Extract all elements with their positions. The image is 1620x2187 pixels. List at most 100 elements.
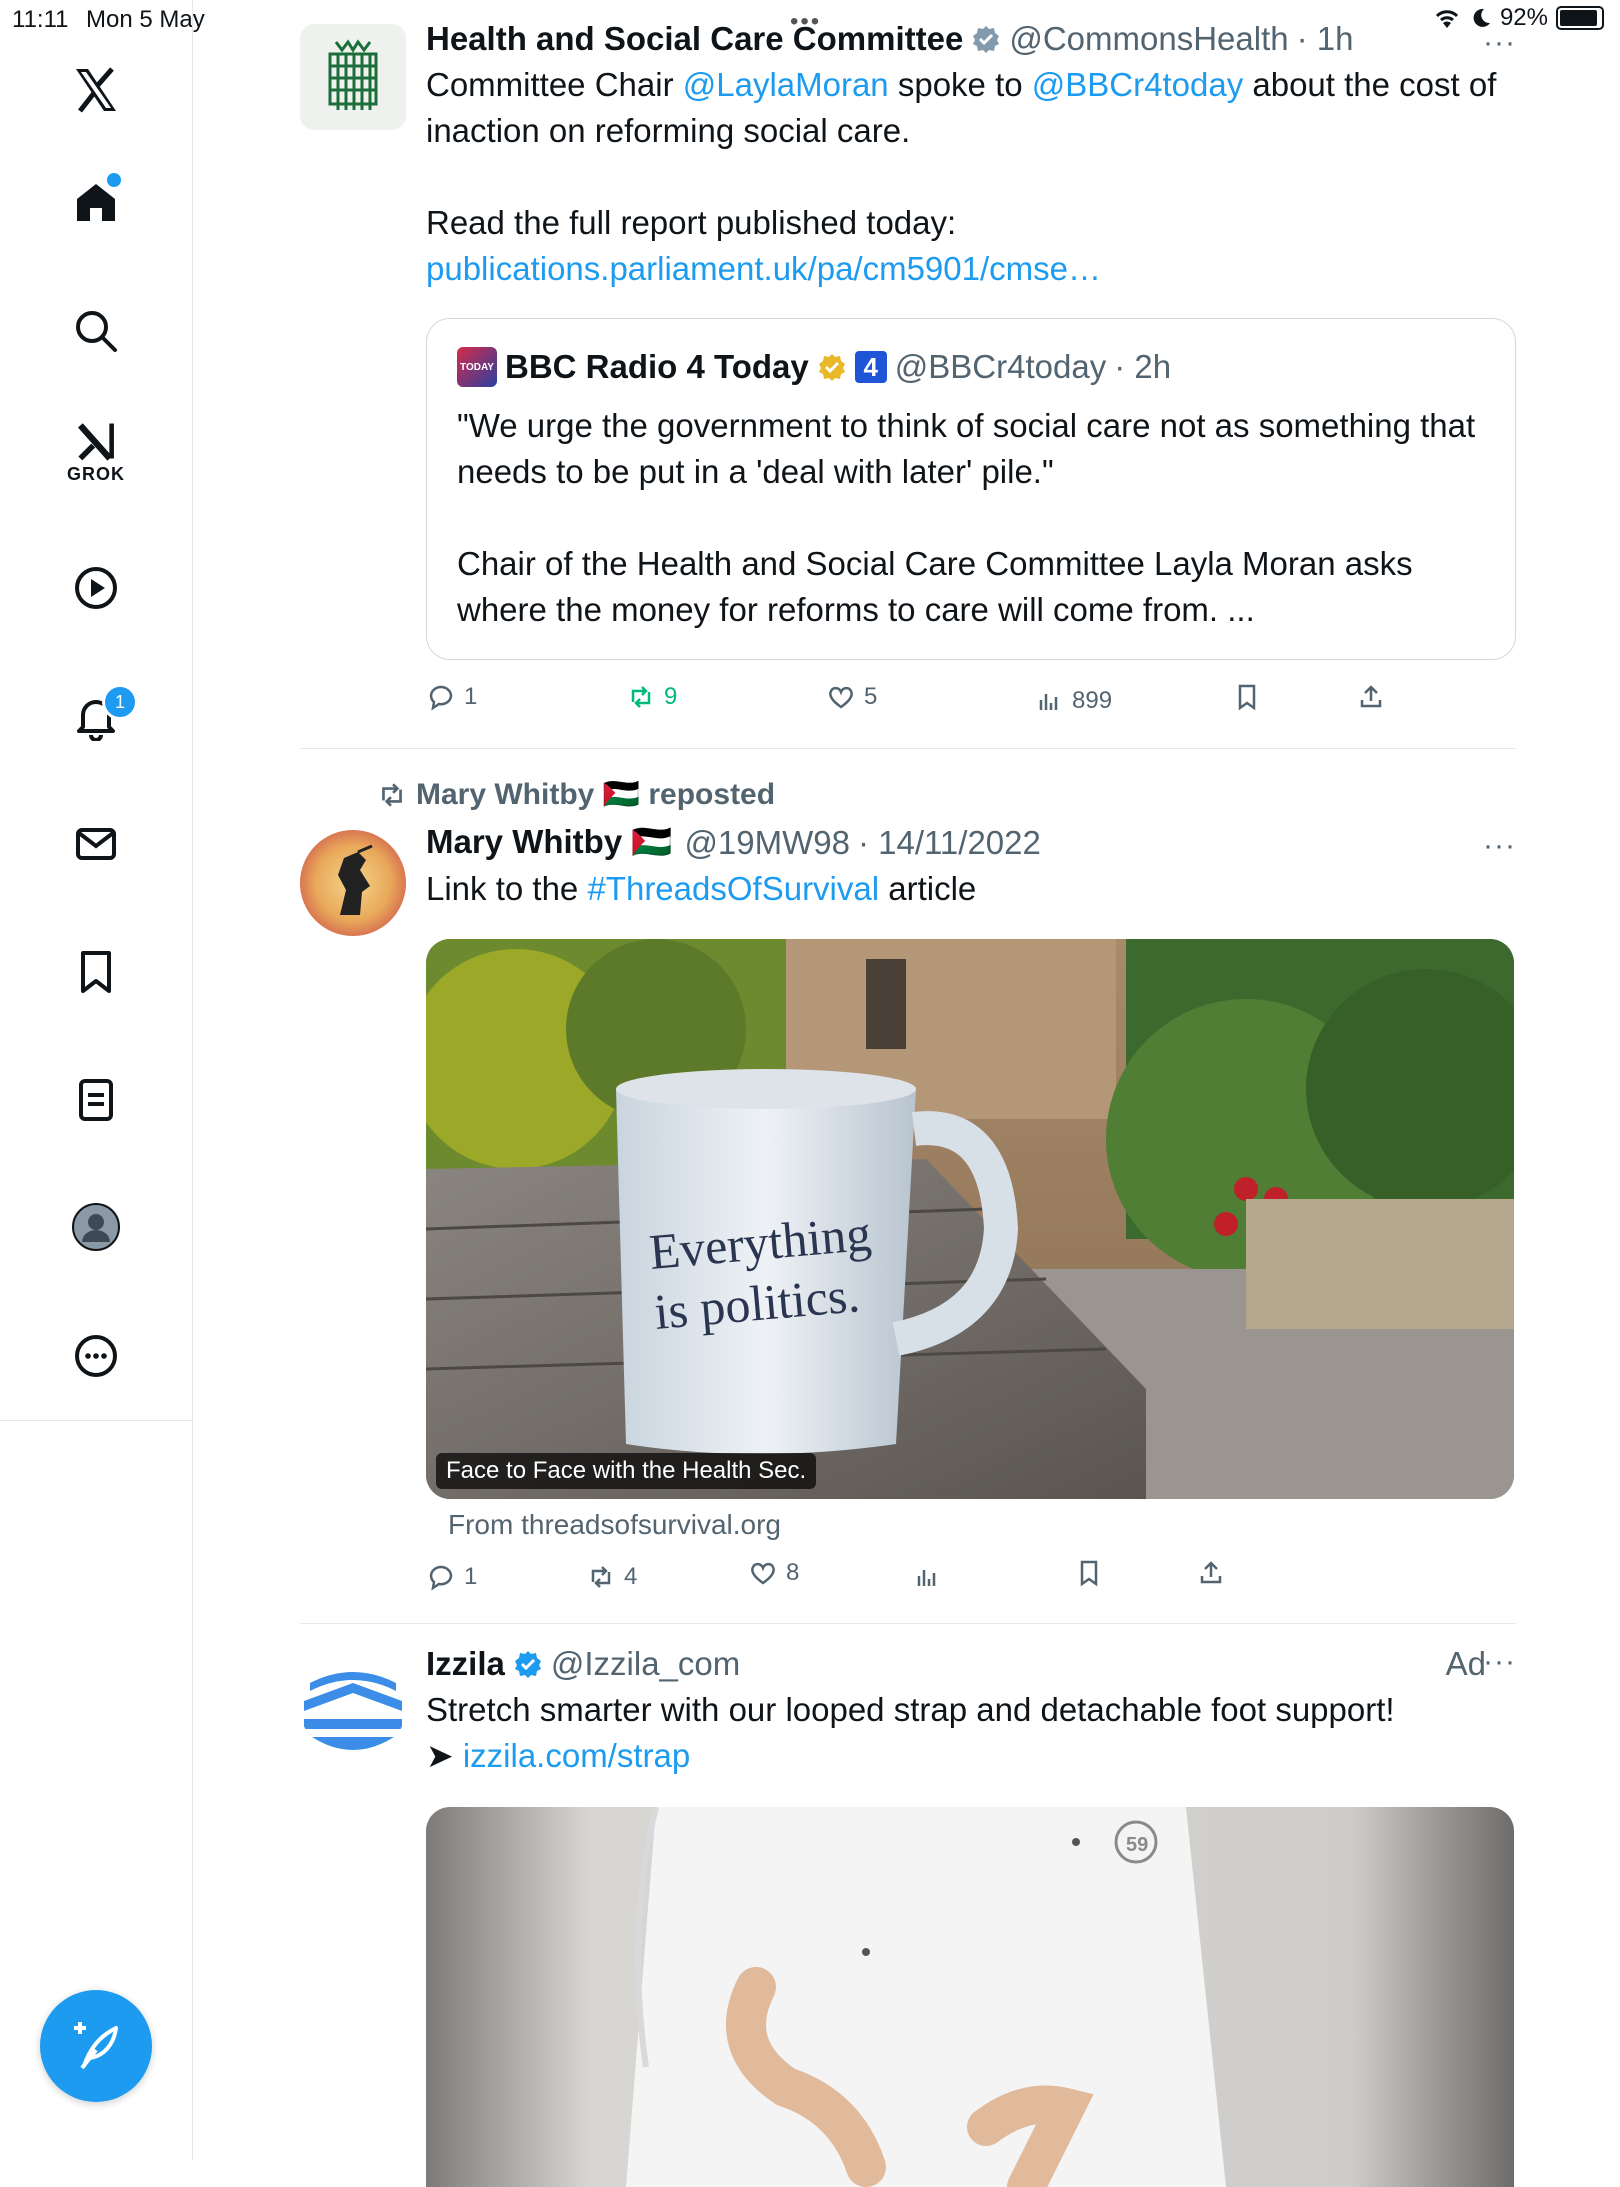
more-options-button[interactable]: ···: [1483, 829, 1516, 863]
reply-button[interactable]: 1: [426, 1562, 477, 1592]
hashtag-link[interactable]: #ThreadsOfSurvival: [587, 870, 879, 907]
quote-text-2: Chair of the Health and Social Care Comm…: [457, 545, 1413, 628]
home-unread-dot: [107, 173, 121, 187]
mention-link[interactable]: @BBCr4today: [1032, 66, 1243, 103]
repost-count: 9: [664, 683, 678, 710]
author-handle[interactable]: @CommonsHealth: [1009, 20, 1288, 58]
committee-avatar[interactable]: [300, 24, 406, 130]
like-button[interactable]: 8: [748, 1558, 799, 1588]
ad-label: Ad: [1445, 1645, 1486, 1682]
nav-bookmarks[interactable]: [60, 936, 132, 1008]
more-options-button[interactable]: ···: [1483, 26, 1516, 60]
nav-more[interactable]: [60, 1320, 132, 1392]
views-button[interactable]: 899: [1034, 686, 1112, 716]
tweet-time[interactable]: · 14/11/2022: [858, 824, 1041, 862]
repost-indicator: Mary Whitby 🇵🇸 reposted: [376, 777, 775, 812]
nav-search[interactable]: [60, 295, 132, 367]
quote-text-1: "We urge the government to think of soci…: [457, 407, 1476, 490]
tweet-header: Izzila @Izzila_com: [426, 1645, 1516, 1683]
reply-button[interactable]: 1: [426, 682, 477, 712]
notification-count-badge: 1: [102, 684, 138, 720]
report-link[interactable]: publications.parliament.uk/pa/cm5901/cms…: [426, 250, 1101, 287]
ad-link-line: ➤ izzila.com/strap: [426, 1733, 1516, 1779]
izzila-avatar[interactable]: [300, 1653, 406, 1759]
quote-time: · 2h: [1114, 348, 1172, 385]
nav-videos[interactable]: [60, 552, 132, 624]
tweet-header: Mary Whitby 🇵🇸 @19MW98 · 14/11/2022: [426, 823, 1516, 862]
verified-gold-icon: [818, 354, 845, 381]
tweet-text: Link to the #ThreadsOfSurvival article: [426, 866, 1516, 912]
shirt-badge-text: 59: [1126, 1834, 1148, 1856]
tweet-actions: 1 4 8: [426, 1559, 1516, 1602]
quote-header: TODAY BBC Radio 4 Today 4 @BBCr4today · …: [457, 347, 1171, 387]
ad-video[interactable]: 59: [426, 1807, 1514, 2187]
nav-lists[interactable]: [60, 1064, 132, 1136]
profile-avatar-icon: [72, 1203, 120, 1251]
tweet-separator: [300, 748, 1516, 749]
repost-icon: [591, 1566, 611, 1588]
ad-video-frame: 59: [426, 1807, 1514, 2187]
tweet-header: Health and Social Care Committee @Common…: [426, 20, 1516, 58]
ad-tweet-card[interactable]: Izzila @Izzila_com Stretch smarter with …: [300, 1645, 1516, 2187]
author-name[interactable]: Mary Whitby 🇵🇸: [426, 823, 672, 862]
author-handle[interactable]: @19MW98: [684, 824, 850, 862]
tweet-card[interactable]: Health and Social Care Committee @Common…: [300, 20, 1516, 750]
tweet-body: Mary Whitby 🇵🇸 @19MW98 · 14/11/2022 Link…: [426, 823, 1516, 912]
quote-author-handle[interactable]: @BBCr4today: [895, 348, 1106, 386]
nav-grok[interactable]: GROK: [60, 415, 132, 487]
author-handle[interactable]: @Izzila_com: [551, 1645, 740, 1683]
views-button[interactable]: [912, 1562, 942, 1592]
sidebar-divider: [0, 1420, 192, 1421]
heart-icon: [751, 1562, 775, 1585]
portcullis-icon: [328, 39, 378, 110]
ad-text: Stretch smarter with our looped strap an…: [426, 1691, 1395, 1728]
tweet-body: Health and Social Care Committee @Common…: [426, 20, 1516, 292]
nav-profile[interactable]: [60, 1191, 132, 1263]
ad-link[interactable]: izzila.com/strap: [463, 1737, 690, 1774]
reposted-by-label[interactable]: Mary Whitby 🇵🇸 reposted: [416, 777, 775, 812]
text-segment: spoke to: [888, 66, 1032, 103]
x-logo-icon: [76, 67, 116, 113]
bbc-today-logo: TODAY: [457, 347, 497, 387]
like-button[interactable]: 5: [826, 682, 877, 712]
list-icon: [79, 1079, 113, 1121]
izzila-logo-icon: [301, 1654, 405, 1758]
author-name[interactable]: Izzila: [426, 1645, 505, 1683]
nav-notifications[interactable]: 1: [60, 680, 138, 752]
verified-grey-icon: [973, 26, 1000, 53]
compose-post-button[interactable]: [40, 1990, 152, 2102]
link-card-image[interactable]: Everything is politics. Face to Face wit…: [426, 939, 1514, 1499]
link-source[interactable]: From threadsofsurvival.org: [448, 1509, 781, 1541]
nav-home[interactable]: [60, 166, 132, 238]
reply-icon: [429, 685, 453, 711]
quote-author-name[interactable]: BBC Radio 4 Today: [505, 348, 809, 386]
tweet-time[interactable]: · 1h: [1297, 20, 1354, 58]
bookmark-button[interactable]: [1074, 1558, 1104, 1588]
nav-messages[interactable]: [60, 808, 132, 880]
bookmark-icon: [1238, 684, 1256, 711]
bookmark-button[interactable]: [1232, 682, 1262, 712]
bookmark-icon: [81, 951, 111, 993]
more-options-button[interactable]: ···: [1483, 1645, 1516, 1679]
x-logo[interactable]: [60, 54, 132, 126]
share-button[interactable]: [1356, 682, 1386, 712]
verified-blue-icon: [514, 1651, 541, 1678]
media-caption: Face to Face with the Health Sec.: [436, 1453, 817, 1489]
share-icon: [1360, 685, 1382, 708]
repost-button[interactable]: 9: [626, 682, 677, 712]
quoted-tweet[interactable]: TODAY BBC Radio 4 Today 4 @BBCr4today · …: [426, 318, 1516, 660]
repost-small-icon: [382, 782, 402, 807]
repost-button[interactable]: 4: [586, 1562, 637, 1592]
more-circle-icon: [75, 1335, 117, 1377]
reply-icon: [429, 1565, 453, 1591]
mail-icon: [76, 828, 116, 860]
tweet-card[interactable]: Mary Whitby 🇵🇸 reposted Mary Whitby 🇵🇸 @…: [300, 775, 1516, 1615]
mary-whitby-avatar[interactable]: [300, 830, 406, 936]
mention-link[interactable]: @LaylaMoran: [683, 66, 889, 103]
sidebar: GROK 1: [0, 0, 193, 2160]
share-button[interactable]: [1196, 1558, 1226, 1588]
grok-label: GROK: [67, 463, 125, 484]
grok-icon: [77, 422, 114, 461]
tweet-body: Izzila @Izzila_com Stretch smarter with …: [426, 1645, 1516, 1779]
author-name[interactable]: Health and Social Care Committee: [426, 20, 963, 58]
